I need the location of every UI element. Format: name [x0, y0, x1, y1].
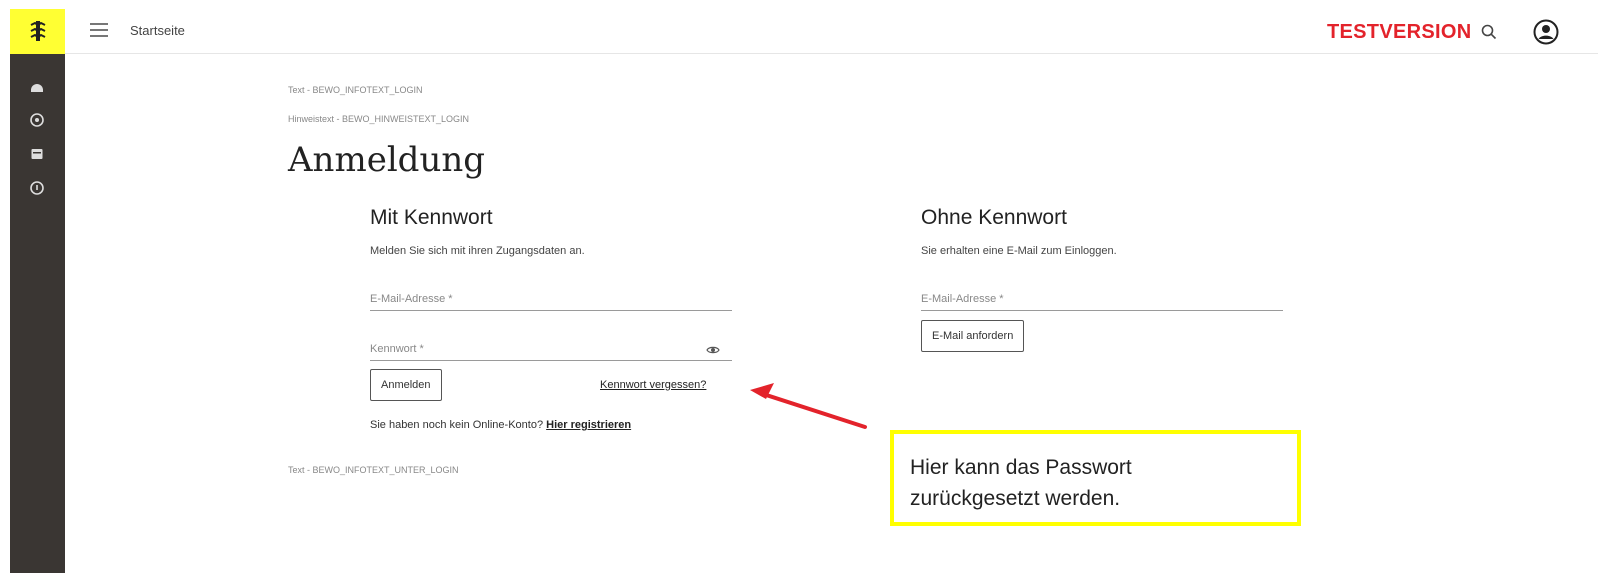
- info-icon[interactable]: [29, 180, 45, 196]
- email-input-magic-link[interactable]: [921, 279, 1283, 310]
- inbox-icon[interactable]: [29, 146, 45, 162]
- email-input[interactable]: [370, 279, 732, 310]
- register-line: Sie haben noch kein Online-Konto? Hier r…: [370, 419, 631, 431]
- info-text-below-login: Text - BEWO_INFOTEXT_UNTER_LOGIN: [288, 465, 459, 475]
- lion-icon: [30, 20, 45, 41]
- without-password-title: Ohne Kennwort: [921, 206, 1067, 229]
- email-field-magic-link[interactable]: [921, 279, 1283, 311]
- login-button[interactable]: Anmelden: [370, 369, 442, 401]
- password-field[interactable]: [370, 329, 732, 361]
- eye-icon[interactable]: [706, 343, 720, 357]
- sidebar: [10, 54, 65, 573]
- with-password-subtitle: Melden Sie sich mit ihren Zugangsdaten a…: [370, 245, 585, 257]
- info-text-login: Text - BEWO_INFOTEXT_LOGIN: [288, 85, 423, 95]
- top-bar: Startseite TESTVERSION: [10, 9, 1598, 54]
- dashboard-icon[interactable]: [29, 79, 45, 95]
- user-account-icon[interactable]: [1533, 19, 1559, 45]
- without-password-subtitle: Sie erhalten eine E-Mail zum Einloggen.: [921, 245, 1117, 257]
- hint-text-login: Hinweistext - BEWO_HINWEISTEXT_LOGIN: [288, 114, 470, 124]
- testversion-label: TESTVERSION: [1327, 21, 1472, 43]
- request-email-button[interactable]: E-Mail anfordern: [921, 320, 1025, 352]
- email-field[interactable]: [370, 279, 732, 311]
- page-title: Anmeldung: [288, 140, 486, 180]
- search-icon[interactable]: [1481, 24, 1497, 40]
- breadcrumb-home[interactable]: Startseite: [130, 23, 185, 38]
- with-password-title: Mit Kennwort: [370, 206, 493, 229]
- no-account-text: Sie haben noch kein Online-Konto?: [370, 419, 544, 431]
- register-link[interactable]: Hier registrieren: [546, 419, 631, 431]
- forgot-password-link[interactable]: Kennwort vergessen?: [600, 379, 706, 391]
- coat-of-arms-logo[interactable]: [10, 9, 65, 54]
- callout-line-2: zurückgesetzt werden.: [910, 487, 1121, 510]
- callout-line-1: Hier kann das Passwort: [910, 456, 1132, 479]
- compass-icon[interactable]: [29, 112, 45, 128]
- password-input[interactable]: [370, 329, 732, 360]
- hamburger-menu-icon[interactable]: [90, 23, 108, 39]
- annotation-arrow-icon: [750, 383, 867, 429]
- app-frame: Startseite TESTVERSION Text - BEWO_INFOT…: [10, 9, 1598, 573]
- annotation-callout: Hier kann das Passwort zurückgesetzt wer…: [890, 430, 1301, 526]
